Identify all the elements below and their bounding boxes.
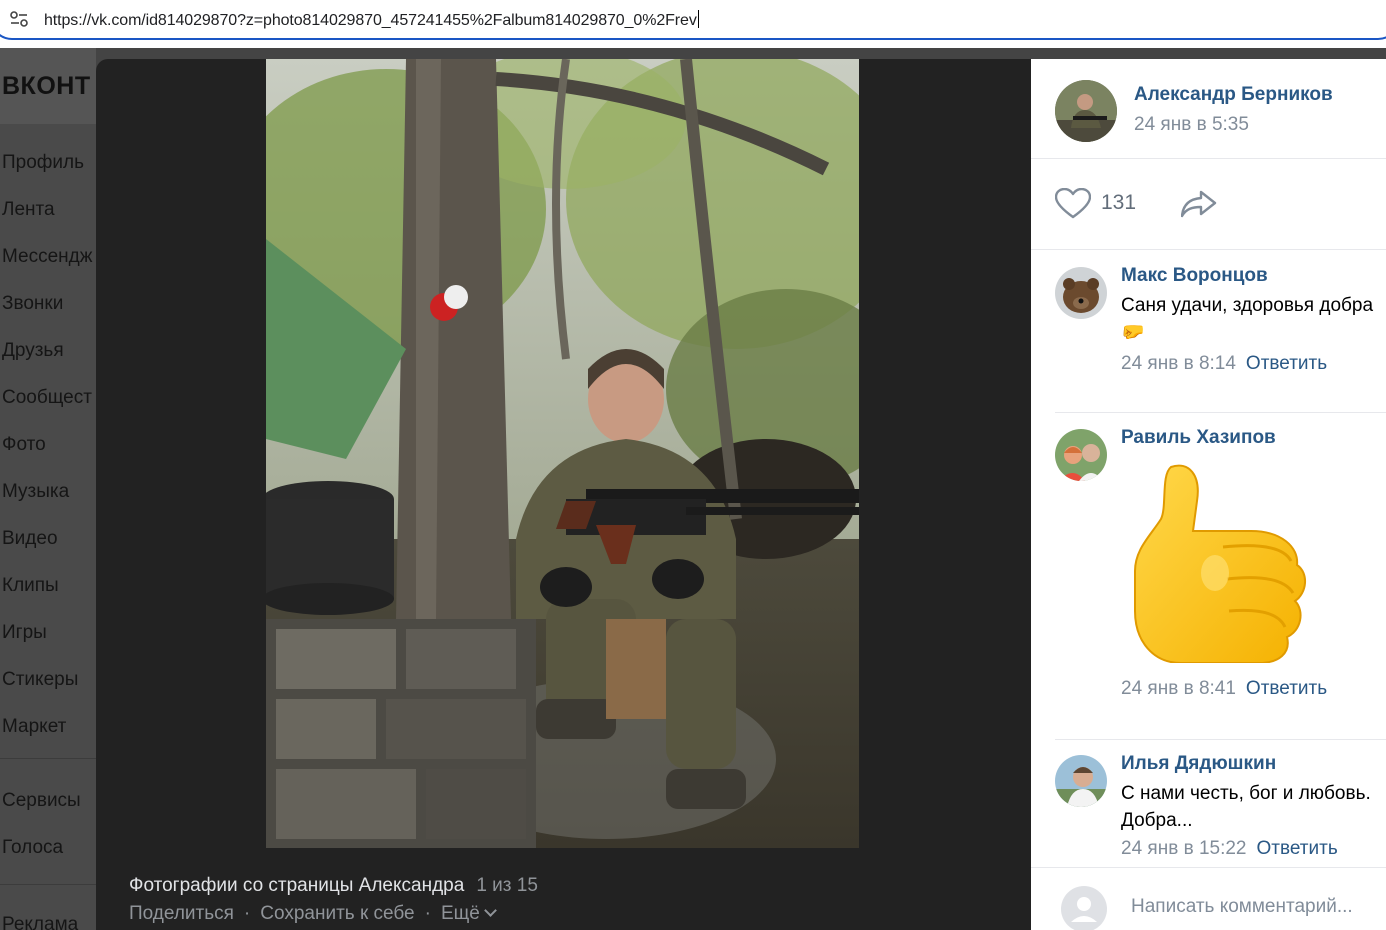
site-settings-icon[interactable] [10,11,28,27]
separator: · [424,903,431,924]
nav-stickers[interactable]: Стикеры [2,669,92,716]
nav-games[interactable]: Игры [2,622,92,669]
reply-button[interactable]: Ответить [1257,838,1338,859]
user-icon [1071,897,1097,922]
vk-nav-secondary: Сервисы Голоса [2,790,81,884]
photo-counter: 1 из 15 [476,875,538,896]
nav-photos[interactable]: Фото [2,434,92,481]
vk-nav: Профиль Лента Мессендж Звонки Друзья Соо… [2,152,92,763]
album-title[interactable]: Фотографии со страницы Александра [129,875,464,896]
nav-friends[interactable]: Друзья [2,340,92,387]
chevron-down-icon [483,904,497,917]
more-button[interactable]: Ещё [440,903,497,924]
nav-profile[interactable]: Профиль [2,152,92,199]
comment-input[interactable]: Написать комментарий... [1131,896,1353,918]
reply-button[interactable]: Ответить [1246,353,1327,374]
reply-button[interactable]: Ответить [1246,678,1327,699]
vk-logo[interactable]: ВКОНТ [2,72,91,101]
url-text[interactable]: https://vk.com/id814029870?z=photo814029… [44,12,697,29]
photo-actions: Поделиться · Сохранить к себе · Ещё [129,903,497,925]
separator: · [243,903,251,924]
commenter-avatar[interactable] [1055,755,1107,807]
photo-info-panel: Александр Берников 24 янв в 5:35 131 Мак… [1031,59,1386,930]
photo-image[interactable] [266,59,859,848]
comment-date[interactable]: 24 янв в 8:41 [1121,678,1236,699]
nav-votes[interactable]: Голоса [2,837,81,884]
share-button[interactable]: Поделиться [129,903,234,924]
comment-date[interactable]: 24 янв в 8:14 [1121,353,1236,374]
commenter-avatar[interactable] [1055,429,1107,481]
comment-emoji: 🤛 [1121,322,1145,343]
comment-meta: 24 янв в 8:14 Ответить [1121,353,1327,375]
author-name[interactable]: Александр Берников [1134,84,1333,106]
commenter-name[interactable]: Макс Воронцов [1121,265,1268,287]
nav-calls[interactable]: Звонки [2,293,92,340]
nav-ads[interactable]: Реклама [2,914,78,930]
nav-feed[interactable]: Лента [2,199,92,246]
nav-music[interactable]: Музыка [2,481,92,528]
nav-communities[interactable]: Сообщест [2,387,92,434]
comment-date[interactable]: 24 янв в 15:22 [1121,838,1247,859]
comment-meta: 24 янв в 15:22 Ответить [1121,838,1338,860]
comment-text: Саня удачи, здоровья добра [1121,295,1374,316]
album-caption: Фотографии со страницы Александра 1 из 15 [129,875,538,897]
save-to-my-photos-button[interactable]: Сохранить к себе [260,903,414,924]
thumbs-up-sticker [1134,464,1306,663]
commenter-name[interactable]: Равиль Хазипов [1121,427,1276,449]
heart-icon[interactable] [1055,188,1091,220]
browser-toolbar: https://vk.com/id814029870?z=photo814029… [0,0,1386,46]
nav-clips[interactable]: Клипы [2,575,92,622]
author-avatar[interactable] [1055,80,1117,142]
nav-video[interactable]: Видео [2,528,92,575]
comment-text: С нами честь, бог и любовь. [1121,783,1371,804]
share-icon[interactable] [1181,189,1217,219]
commenter-avatar[interactable] [1055,267,1107,319]
comment-text: Добра... [1121,810,1193,831]
commenter-name[interactable]: Илья Дядюшкин [1121,753,1276,775]
comment-meta: 24 янв в 8:41 Ответить [1121,678,1327,700]
nav-messenger[interactable]: Мессендж [2,246,92,293]
nav-services[interactable]: Сервисы [2,790,81,837]
nav-market[interactable]: Маркет [2,716,92,763]
more-label: Ещё [440,903,480,924]
post-date[interactable]: 24 янв в 5:35 [1134,114,1249,136]
address-bar[interactable]: https://vk.com/id814029870?z=photo814029… [0,0,1386,40]
my-avatar [1061,886,1107,930]
comment-input-row: Написать комментарий... [1031,868,1386,930]
vk-left-sidebar: ВКОНТ Профиль Лента Мессендж Звонки Друз… [0,48,96,930]
vk-nav-footer: Реклама [2,914,78,930]
like-count: 131 [1101,191,1137,214]
